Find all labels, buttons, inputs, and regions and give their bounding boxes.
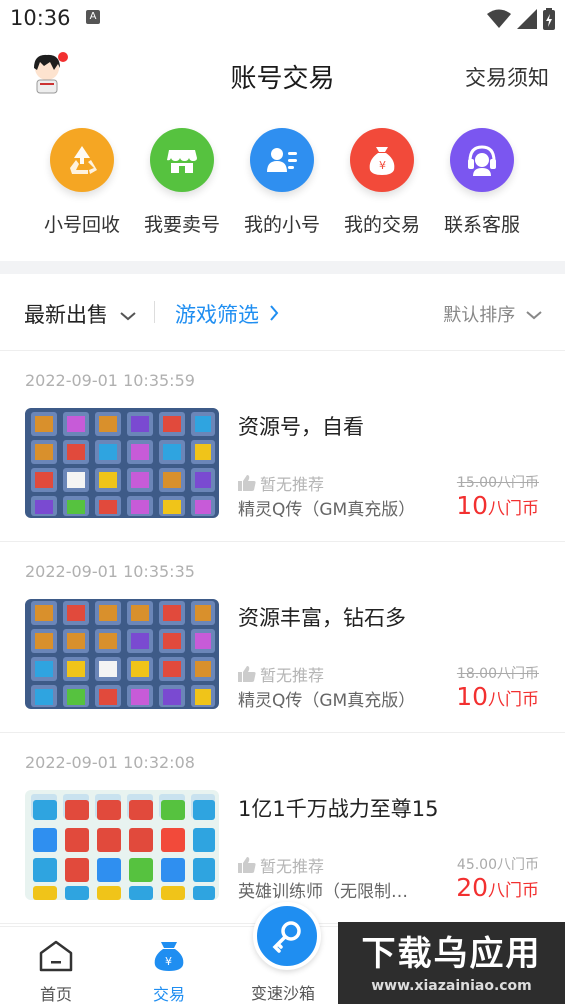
trade-notice-link[interactable]: 交易须知 bbox=[465, 62, 549, 92]
listing-date: 2022-09-01 10:32:08 bbox=[25, 753, 195, 772]
recommend-label: 暂无推荐 bbox=[260, 666, 325, 685]
app-header: 账号交易 交易须知 bbox=[0, 38, 565, 110]
quick-action-support[interactable]: 联系客服 bbox=[432, 128, 532, 237]
tab-label: 交易 bbox=[152, 985, 185, 1004]
sale-price-value: 20 bbox=[456, 873, 488, 902]
thumbs-up-icon bbox=[238, 857, 256, 873]
status-time: 10:36 bbox=[10, 6, 71, 30]
filter-bar: 最新出售 游戏筛选 默认排序 bbox=[0, 274, 565, 351]
listing-game: 英雄训练师（无限制… bbox=[238, 882, 408, 902]
quick-action-label: 我的交易 bbox=[343, 214, 420, 236]
thumbs-up-icon bbox=[238, 475, 256, 491]
quick-action-label: 联系客服 bbox=[443, 214, 520, 236]
status-icons bbox=[487, 8, 555, 30]
sale-price: 10八门币 bbox=[456, 491, 539, 520]
recommend-label: 暂无推荐 bbox=[260, 857, 325, 876]
watermark-text: 下载乌应用 bbox=[361, 934, 542, 974]
listing-thumbnail bbox=[25, 408, 219, 518]
listing-game: 精灵Q传（GM真充版） bbox=[238, 691, 416, 711]
filter-separator bbox=[154, 301, 155, 323]
notification-a-icon: A bbox=[86, 10, 100, 24]
quick-action-recycle[interactable]: 小号回收 bbox=[32, 128, 132, 237]
recommend-status: 暂无推荐 bbox=[238, 471, 324, 495]
section-divider bbox=[0, 261, 565, 274]
quick-action-label: 小号回收 bbox=[43, 214, 120, 236]
listing-game: 精灵Q传（GM真充版） bbox=[238, 500, 416, 520]
account-list: 2022-09-01 10:35:59 资源号，自看 暂无推荐 精灵Q传（GM真… bbox=[0, 351, 565, 924]
quick-actions: 小号回收 我要卖号 我的小号 ¥ 我的交易 联系客服 bbox=[0, 128, 565, 238]
quick-action-my-accounts[interactable]: 我的小号 bbox=[232, 128, 332, 237]
watermark-logo: 下载乌应用 www.xiazainiao.com bbox=[338, 922, 565, 1004]
listing-date: 2022-09-01 10:35:35 bbox=[25, 562, 195, 581]
quick-action-my-trades[interactable]: ¥ 我的交易 bbox=[332, 128, 432, 237]
sort-dropdown[interactable]: 默认排序 bbox=[443, 301, 543, 327]
game-filter-button[interactable]: 游戏筛选 bbox=[175, 299, 280, 329]
signal-icon bbox=[517, 9, 537, 29]
tab-sandbox-label[interactable]: 变速沙箱 bbox=[238, 980, 328, 1004]
latest-sale-label: 最新出售 bbox=[24, 303, 108, 327]
listing-title: 资源丰富，钻石多 bbox=[238, 606, 406, 630]
tab-trade[interactable]: ¥ 交易 bbox=[124, 927, 214, 1005]
listing-title: 资源号，自看 bbox=[238, 415, 364, 439]
listing-title: 1亿1千万战力至尊15 bbox=[238, 797, 439, 821]
tab-label: 首页 bbox=[39, 985, 72, 1004]
original-price: 18.00八门币 bbox=[456, 666, 539, 682]
recommend-status: 暂无推荐 bbox=[238, 853, 324, 877]
sandbox-fab-button[interactable] bbox=[253, 902, 321, 970]
listing-date: 2022-09-01 10:35:59 bbox=[25, 371, 195, 390]
game-filter-label: 游戏筛选 bbox=[175, 303, 259, 327]
quick-action-label: 我的小号 bbox=[243, 214, 320, 236]
original-price: 45.00八门币 bbox=[456, 857, 539, 873]
tab-home[interactable]: 首页 bbox=[11, 927, 101, 1005]
recommend-status: 暂无推荐 bbox=[238, 662, 324, 686]
chevron-right-icon bbox=[269, 305, 279, 321]
latest-sale-dropdown[interactable]: 最新出售 bbox=[24, 299, 137, 329]
sale-price-value: 10 bbox=[456, 491, 488, 520]
original-price: 15.00八门币 bbox=[456, 475, 539, 491]
user-card-icon bbox=[250, 128, 314, 192]
home-icon bbox=[39, 940, 73, 972]
quick-action-sell[interactable]: 我要卖号 bbox=[132, 128, 232, 237]
money-bag-icon: ¥ bbox=[154, 942, 184, 971]
quick-action-label: 我要卖号 bbox=[143, 214, 220, 236]
sale-price-unit: 八门币 bbox=[488, 499, 539, 519]
key-icon bbox=[272, 921, 301, 953]
battery-icon bbox=[543, 8, 555, 30]
sale-price: 10八门币 bbox=[456, 682, 539, 711]
sale-price-unit: 八门币 bbox=[488, 690, 539, 710]
listing-thumbnail bbox=[25, 599, 219, 709]
listing-thumbnail bbox=[25, 790, 219, 900]
status-bar: 10:36 A bbox=[0, 0, 565, 38]
list-item[interactable]: 2022-09-01 10:35:59 资源号，自看 暂无推荐 精灵Q传（GM真… bbox=[0, 351, 565, 542]
list-item[interactable]: 2022-09-01 10:35:35 资源丰富，钻石多 暂无推荐 精灵Q传（G… bbox=[0, 542, 565, 733]
sort-label: 默认排序 bbox=[443, 305, 516, 326]
recycle-icon bbox=[50, 128, 114, 192]
store-icon bbox=[150, 128, 214, 192]
wifi-icon bbox=[487, 9, 511, 28]
thumbs-up-icon bbox=[238, 666, 256, 682]
money-bag-icon: ¥ bbox=[350, 128, 414, 192]
chevron-down-icon bbox=[526, 311, 542, 320]
sale-price-unit: 八门币 bbox=[488, 881, 539, 901]
watermark-url: www.xiazainiao.com bbox=[371, 978, 532, 994]
sale-price: 20八门币 bbox=[456, 873, 539, 902]
chevron-down-icon bbox=[120, 312, 136, 321]
svg-text:¥: ¥ bbox=[379, 159, 386, 172]
svg-text:¥: ¥ bbox=[165, 955, 172, 968]
recommend-label: 暂无推荐 bbox=[260, 475, 325, 494]
sale-price-value: 10 bbox=[456, 682, 488, 711]
headset-icon bbox=[450, 128, 514, 192]
list-item[interactable]: 2022-09-01 10:32:08 1亿1千万战力至尊15 暂无推荐 英雄训… bbox=[0, 733, 565, 924]
